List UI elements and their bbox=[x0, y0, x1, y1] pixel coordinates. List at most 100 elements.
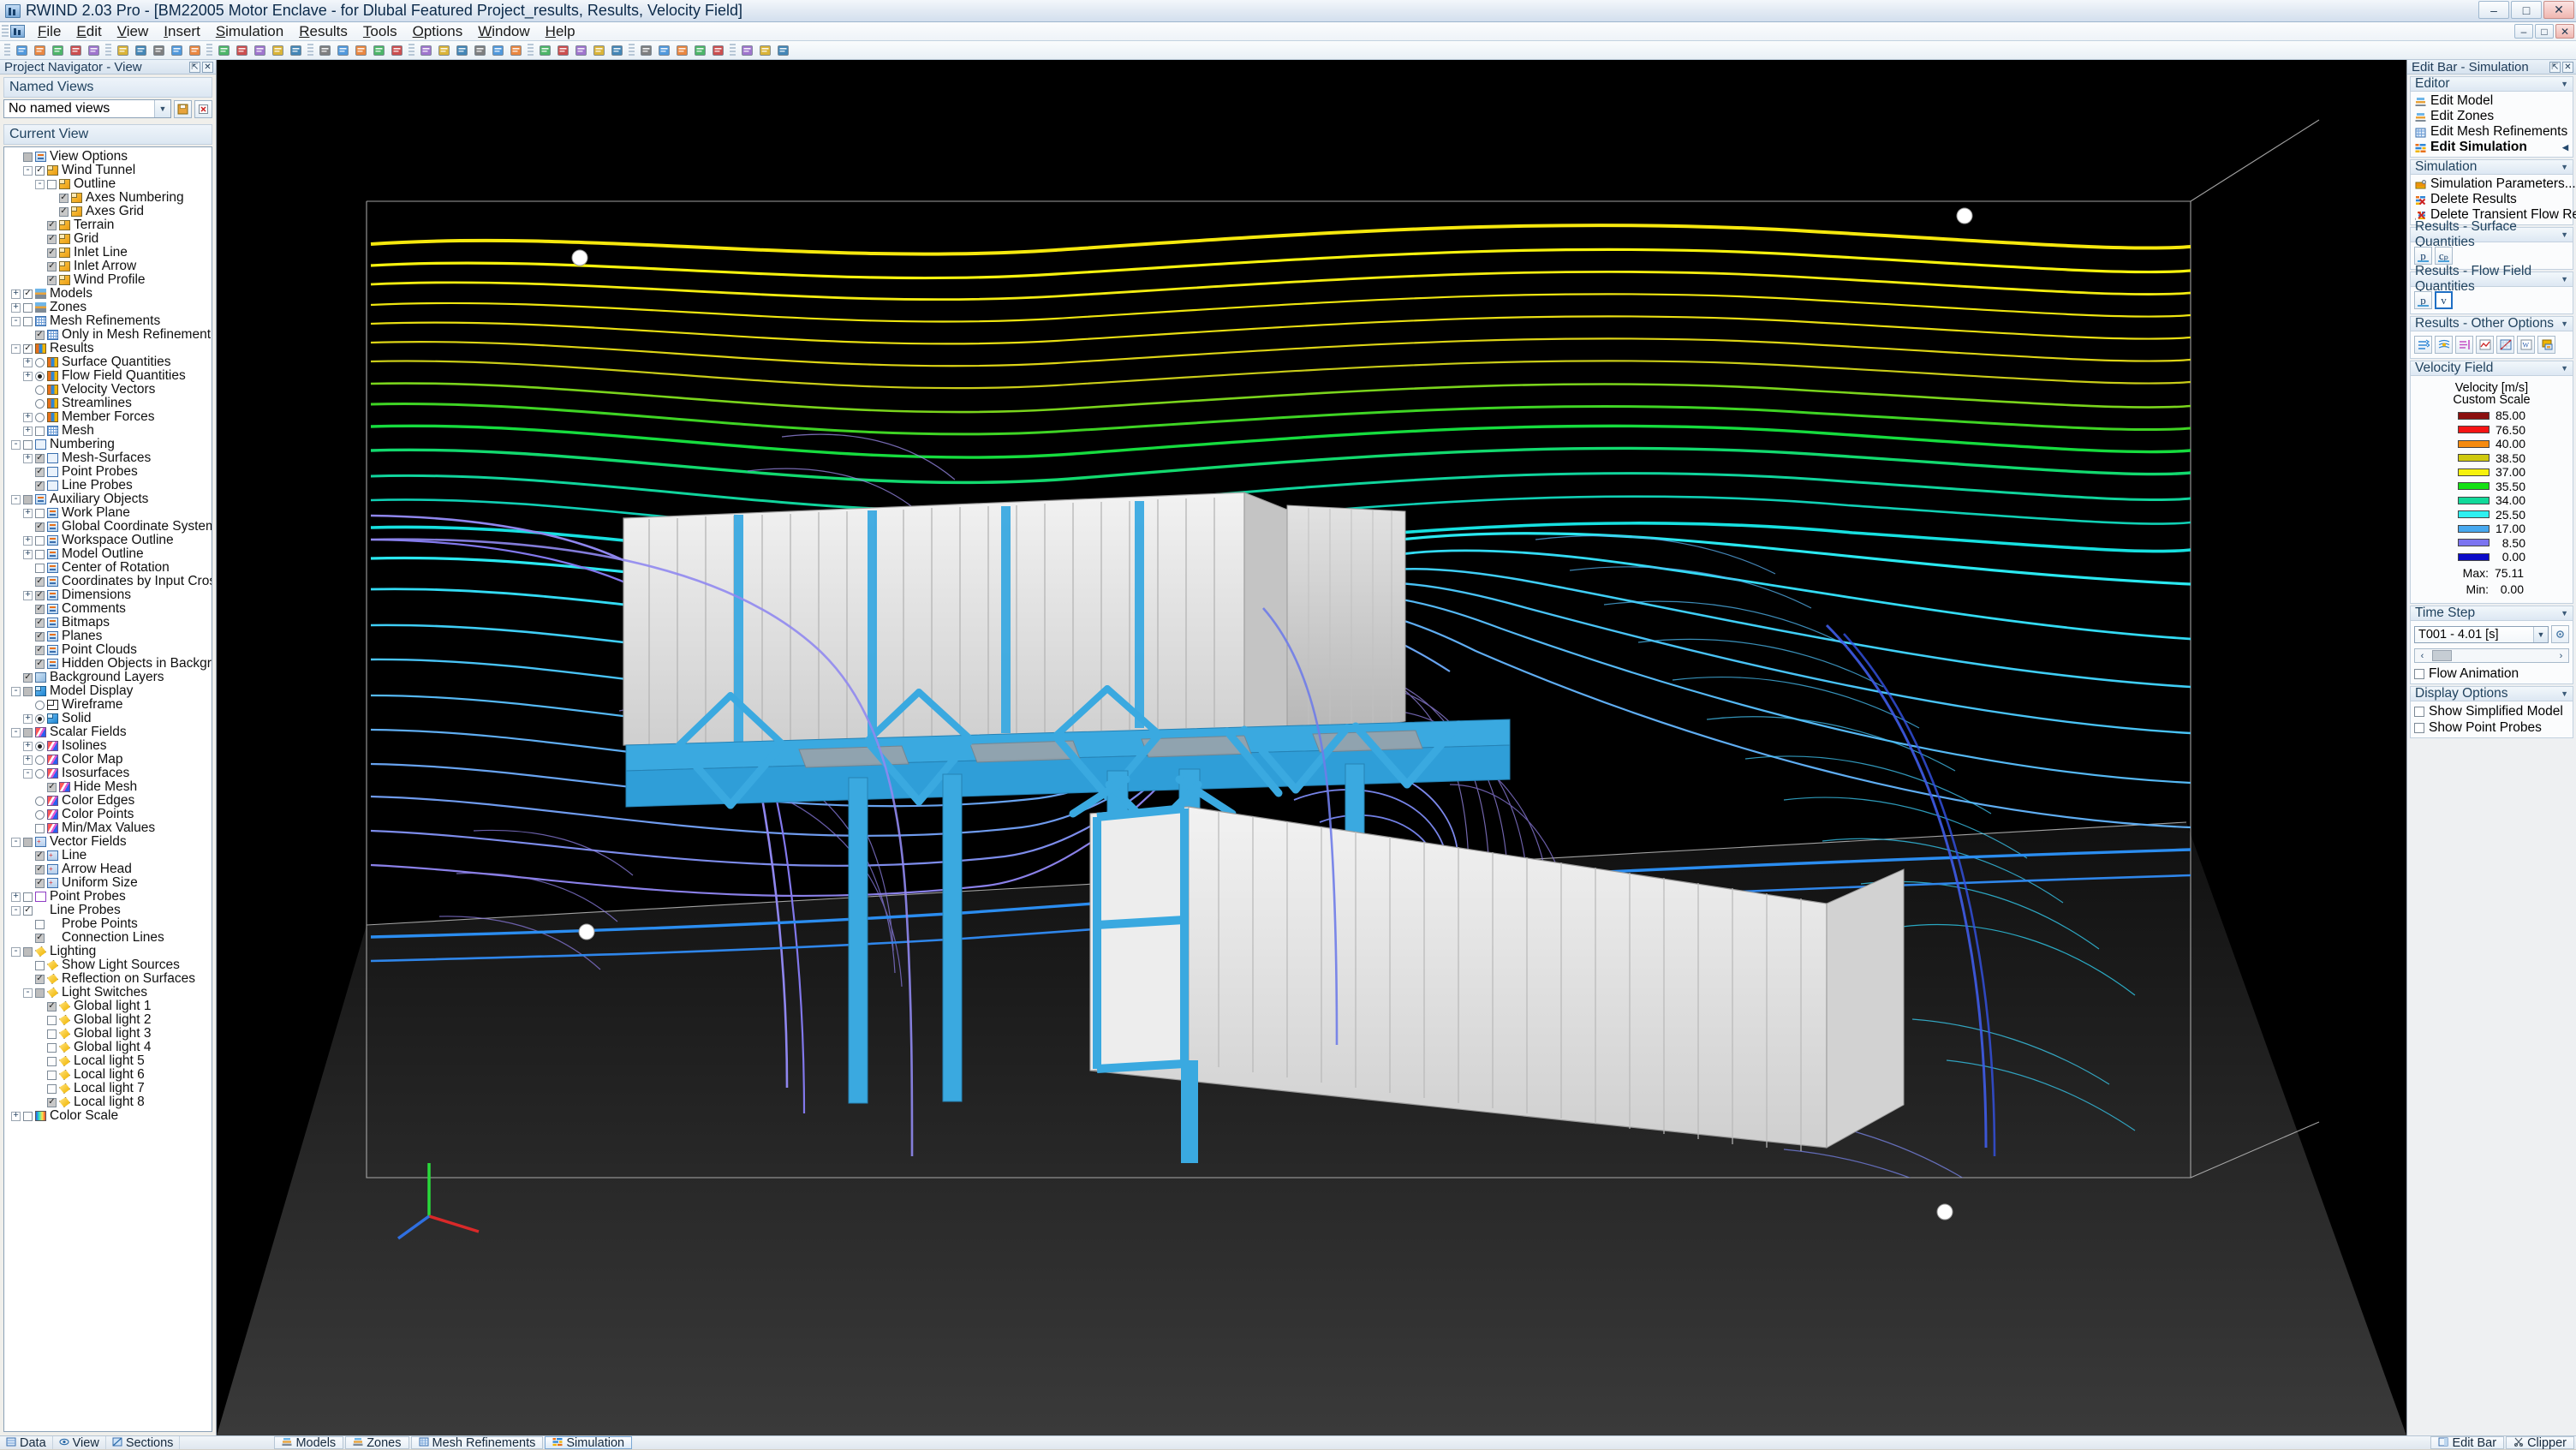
expand-icon[interactable]: + bbox=[11, 892, 21, 902]
tree-checkbox[interactable]: ✓ bbox=[35, 646, 45, 655]
tree-radio[interactable] bbox=[35, 701, 45, 710]
simulation-section-header[interactable]: Simulation ▼ bbox=[2410, 159, 2573, 175]
snap-icon[interactable] bbox=[436, 43, 452, 58]
chevron-down-icon[interactable]: ▼ bbox=[2561, 230, 2568, 239]
tree-item[interactable]: Global light 4 bbox=[6, 1041, 212, 1054]
tree-item[interactable]: ✓Inlet Arrow bbox=[6, 260, 212, 273]
collapse-icon[interactable]: - bbox=[11, 947, 21, 957]
tree-checkbox[interactable]: ✓ bbox=[47, 221, 57, 230]
tree-checkbox[interactable]: ✓ bbox=[47, 783, 57, 792]
editor-section-header[interactable]: Editor ▼ bbox=[2410, 76, 2573, 92]
tree-item[interactable]: Show Light Sources bbox=[6, 958, 212, 972]
status-right-edit-bar[interactable]: Edit Bar bbox=[2430, 1436, 2504, 1449]
tree-item[interactable]: -Isosurfaces bbox=[6, 767, 212, 780]
status-item-sections[interactable]: Sections bbox=[106, 1436, 181, 1449]
tree-checkbox[interactable] bbox=[23, 892, 33, 902]
expand-icon[interactable]: + bbox=[23, 755, 33, 765]
tree-checkbox[interactable]: ✓ bbox=[47, 248, 57, 258]
tree-item[interactable]: -✓Wind Tunnel bbox=[6, 164, 212, 177]
chevron-down-icon[interactable]: ▼ bbox=[2561, 689, 2568, 698]
named-views-combo[interactable]: No named views ▼ bbox=[3, 99, 171, 118]
tree-checkbox[interactable] bbox=[47, 1084, 57, 1094]
tree-checkbox[interactable] bbox=[35, 988, 45, 998]
tree-item[interactable]: +Model Outline bbox=[6, 547, 212, 561]
editor-item-edit-mesh-refinements[interactable]: Edit Mesh Refinements bbox=[2411, 124, 2573, 140]
tree-item[interactable]: +Color Map bbox=[6, 753, 212, 767]
tree-item[interactable]: +Point Probes bbox=[6, 890, 212, 904]
tree-item[interactable]: Probe Points bbox=[6, 917, 212, 931]
tree-item[interactable]: +✓Models bbox=[6, 287, 212, 301]
minimize-button[interactable]: – bbox=[2478, 1, 2509, 19]
tree-item[interactable]: Min/Max Values bbox=[6, 821, 212, 835]
expand-icon[interactable]: + bbox=[11, 303, 21, 313]
tree-checkbox[interactable] bbox=[47, 1043, 57, 1053]
chevron-down-icon[interactable]: ▼ bbox=[154, 100, 170, 117]
tree-checkbox[interactable]: ✓ bbox=[35, 934, 45, 943]
expand-icon[interactable]: + bbox=[23, 372, 33, 381]
tree-checkbox[interactable]: ✓ bbox=[47, 1002, 57, 1011]
tree-item[interactable]: ✓Planes bbox=[6, 630, 212, 643]
tree-checkbox[interactable] bbox=[35, 920, 45, 929]
tree-checkbox[interactable]: ✓ bbox=[35, 166, 45, 176]
tree-item[interactable]: +Member Forces bbox=[6, 410, 212, 424]
tree-radio[interactable] bbox=[35, 413, 45, 422]
tree-checkbox[interactable]: ✓ bbox=[23, 289, 33, 299]
tree-item[interactable]: +Surface Quantities bbox=[6, 355, 212, 369]
tree-item[interactable]: ✓Axes Numbering bbox=[6, 191, 212, 205]
collapse-icon[interactable]: - bbox=[11, 440, 21, 450]
result-diagram-icon[interactable] bbox=[2476, 336, 2494, 354]
view-options-tree[interactable]: View Options-✓Wind Tunnel-Outline✓Axes N… bbox=[3, 146, 212, 1432]
cp-surface-button[interactable]: cₚ bbox=[2435, 247, 2453, 265]
tree-checkbox[interactable]: ✓ bbox=[35, 632, 45, 641]
tree-item[interactable]: -✓Line Probes bbox=[6, 904, 212, 917]
menu-item-window[interactable]: Window bbox=[470, 21, 537, 42]
time-step-settings-button[interactable] bbox=[2551, 625, 2569, 643]
mdi-restore-button[interactable]: □ bbox=[2535, 24, 2554, 39]
tree-radio[interactable] bbox=[35, 385, 45, 395]
tree-checkbox[interactable]: ✓ bbox=[35, 659, 45, 669]
close-icon[interactable]: ✕ bbox=[202, 62, 213, 73]
tree-item[interactable]: ✓Uniform Size bbox=[6, 876, 212, 890]
chevron-down-icon[interactable]: ▼ bbox=[2533, 627, 2548, 642]
menu-item-edit[interactable]: Edit bbox=[69, 21, 109, 42]
tree-checkbox[interactable]: ✓ bbox=[23, 344, 33, 354]
tree-item[interactable]: ✓Background Layers bbox=[6, 671, 212, 684]
tree-item[interactable]: Local light 6 bbox=[6, 1068, 212, 1082]
next-time-step-button[interactable]: › bbox=[2555, 651, 2567, 661]
3d-cfd-viewport[interactable] bbox=[217, 60, 2406, 1435]
chevron-down-icon[interactable]: ▼ bbox=[2561, 609, 2568, 618]
wireframe-icon[interactable] bbox=[335, 43, 351, 58]
tree-radio[interactable] bbox=[35, 399, 45, 409]
expand-icon[interactable]: + bbox=[23, 591, 33, 600]
tree-item[interactable]: Center of Rotation bbox=[6, 561, 212, 575]
tree-checkbox[interactable]: ✓ bbox=[35, 577, 45, 587]
tree-radio[interactable] bbox=[35, 742, 45, 751]
display-option-show-point-probes[interactable]: Show Point Probes bbox=[2411, 719, 2573, 736]
tree-item[interactable]: -Model Display bbox=[6, 684, 212, 698]
tree-item[interactable]: Wireframe bbox=[6, 698, 212, 712]
tree-item[interactable]: ✓Wind Profile bbox=[6, 273, 212, 287]
tree-item[interactable]: ✓Connection Lines bbox=[6, 931, 212, 945]
chart-icon[interactable] bbox=[2496, 336, 2514, 354]
status-item-view[interactable]: View bbox=[53, 1436, 106, 1449]
tree-checkbox[interactable]: ✓ bbox=[35, 975, 45, 984]
tree-item[interactable]: -Lighting bbox=[6, 945, 212, 958]
tree-item[interactable]: ✓Grid bbox=[6, 232, 212, 246]
tree-item[interactable]: +Workspace Outline bbox=[6, 534, 212, 547]
mdi-minimize-button[interactable]: – bbox=[2514, 24, 2533, 39]
pressure-surface-button[interactable]: p bbox=[2414, 247, 2432, 265]
tree-item[interactable]: Global light 2 bbox=[6, 1013, 212, 1027]
streamline-icon[interactable] bbox=[638, 43, 654, 58]
tree-item[interactable]: ✓Inlet Line bbox=[6, 246, 212, 260]
expand-icon[interactable]: + bbox=[23, 714, 33, 724]
tree-item[interactable]: ✓Point Clouds bbox=[6, 643, 212, 657]
view-iso-icon[interactable] bbox=[490, 43, 506, 58]
tree-item[interactable]: Local light 5 bbox=[6, 1054, 212, 1068]
tree-checkbox[interactable] bbox=[35, 536, 45, 546]
tree-radio[interactable] bbox=[35, 810, 45, 820]
menu-item-results[interactable]: Results bbox=[291, 21, 355, 42]
tree-item[interactable]: Local light 7 bbox=[6, 1082, 212, 1095]
tree-item[interactable]: +Zones bbox=[6, 301, 212, 314]
tree-checkbox[interactable]: ✓ bbox=[35, 468, 45, 477]
tree-checkbox[interactable]: ✓ bbox=[35, 879, 45, 888]
